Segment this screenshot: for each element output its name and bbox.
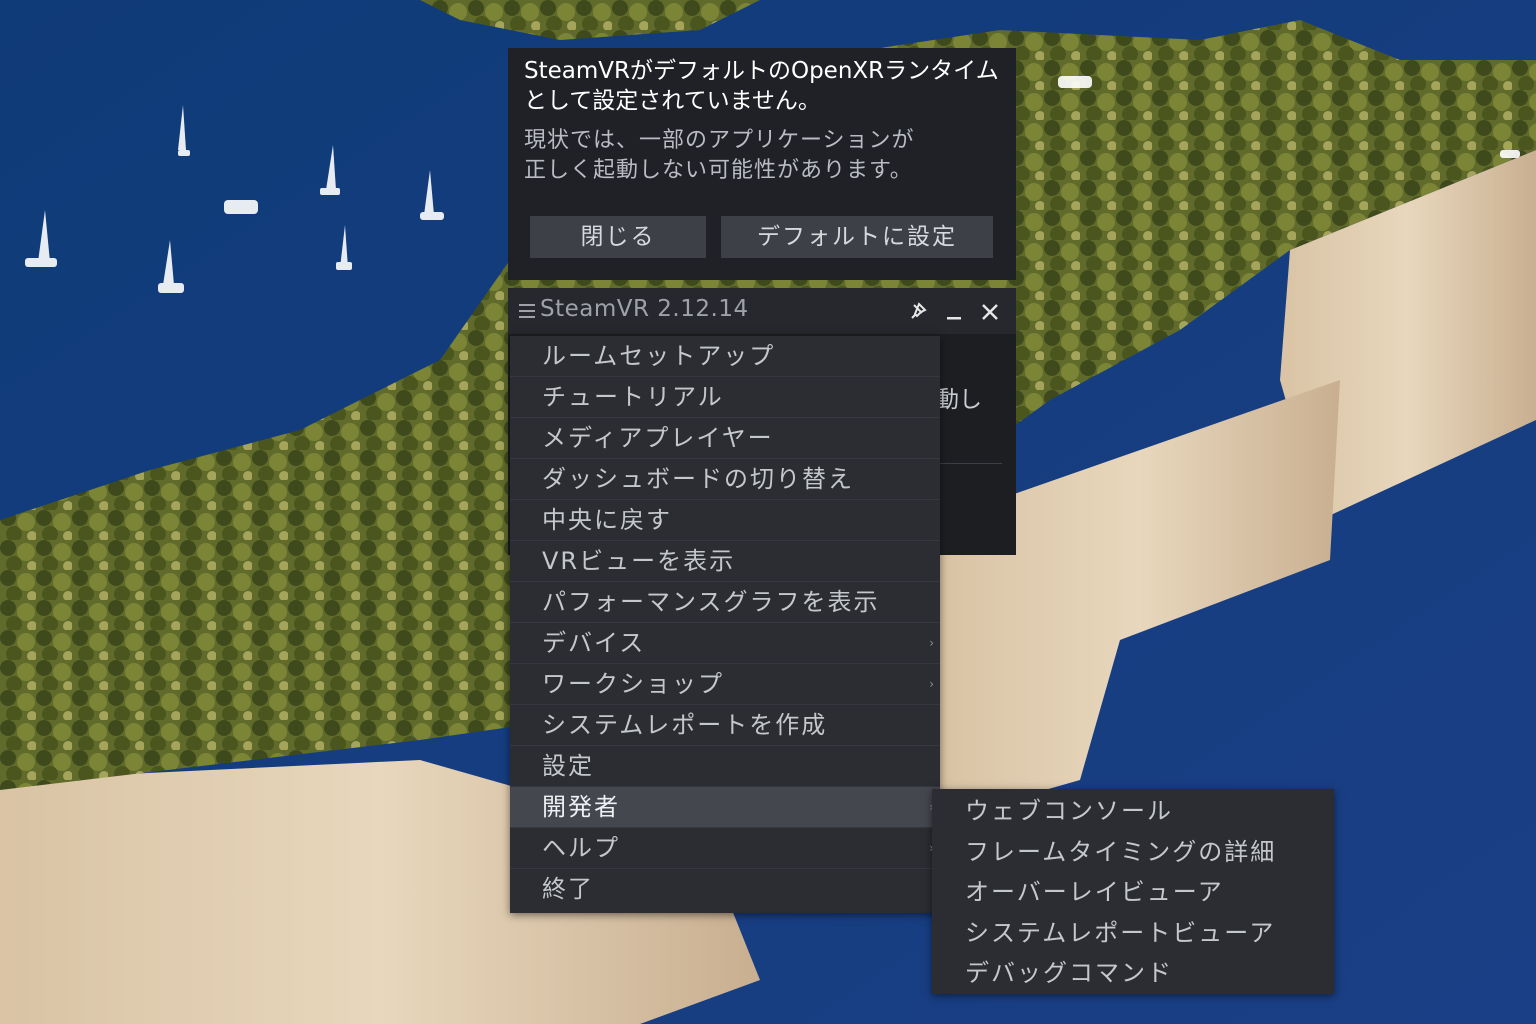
menu-item-media-player[interactable]: メディアプレイヤー bbox=[510, 418, 940, 459]
notification-body-line1: 現状では、一部のアプリケーションが bbox=[524, 128, 915, 153]
close-icon[interactable] bbox=[978, 300, 1002, 324]
menu-item-label: ヘルプ bbox=[542, 834, 620, 862]
chevron-right-icon: › bbox=[929, 636, 936, 650]
notification-headline: SteamVRがデフォルトのOpenXRランタイムとして設定されていません。 bbox=[524, 58, 999, 114]
submenu-item-web-console[interactable]: ウェブコンソール bbox=[932, 791, 1334, 832]
menu-item-toggle-dashboard[interactable]: ダッシュボードの切り替え bbox=[510, 459, 940, 500]
submenu-item-frame-timing[interactable]: フレームタイミングの詳細 bbox=[932, 832, 1334, 873]
window-body-text-fragment: 動し bbox=[936, 387, 982, 413]
menu-item-show-vr-view[interactable]: VRビューを表示 bbox=[510, 541, 940, 582]
submenu-item-system-report-viewer[interactable]: システムレポートビューア bbox=[932, 913, 1334, 954]
menu-item-workshop[interactable]: ワークショップ › bbox=[510, 664, 940, 705]
menu-item-label: ワークショップ bbox=[542, 670, 724, 698]
menu-item-label: ルームセットアップ bbox=[542, 342, 776, 370]
menu-item-help[interactable]: ヘルプ› bbox=[510, 828, 940, 869]
menu-item-label: ダッシュボードの切り替え bbox=[542, 465, 854, 493]
window-divider bbox=[940, 463, 1002, 464]
menu-item-label: 中央に戻す bbox=[542, 506, 672, 534]
menu-item-label: システムレポートを作成 bbox=[542, 711, 828, 739]
submenu-item-overlay-viewer[interactable]: オーバーレイビューア bbox=[932, 872, 1334, 913]
close-button[interactable]: 閉じる bbox=[530, 216, 706, 258]
chevron-right-icon: › bbox=[929, 677, 936, 691]
set-default-button[interactable]: デフォルトに設定 bbox=[721, 216, 993, 258]
minimize-icon[interactable] bbox=[942, 300, 966, 324]
menu-item-tutorial[interactable]: チュートリアル bbox=[510, 377, 940, 418]
menu-item-label: 開発者 bbox=[542, 793, 620, 821]
notification-body: 現状では、一部のアプリケーションが 正しく起動しない可能性があります。 bbox=[524, 126, 1002, 186]
window-titlebar[interactable]: SteamVR 2.12.14 bbox=[508, 288, 1016, 334]
menu-item-label: 設定 bbox=[542, 752, 594, 780]
pin-icon[interactable] bbox=[906, 300, 930, 324]
menu-item-label: デバイス bbox=[542, 629, 646, 657]
menu-item-label: VRビューを表示 bbox=[542, 547, 736, 575]
steamvr-main-menu: ルームセットアップ チュートリアル メディアプレイヤー ダッシュボードの切り替え… bbox=[510, 336, 940, 913]
menu-item-create-system-report[interactable]: システムレポートを作成 bbox=[510, 705, 940, 746]
notification-body-line2: 正しく起動しない可能性があります。 bbox=[524, 158, 913, 183]
menu-item-reset-center[interactable]: 中央に戻す bbox=[510, 500, 940, 541]
menu-item-label: パフォーマンスグラフを表示 bbox=[542, 588, 880, 616]
menu-item-exit[interactable]: 終了 bbox=[510, 869, 940, 909]
menu-item-developer[interactable]: 開発者› bbox=[510, 787, 940, 828]
menu-item-label: チュートリアル bbox=[542, 383, 724, 411]
menu-item-settings[interactable]: 設定 bbox=[510, 746, 940, 787]
submenu-item-debug-commands[interactable]: デバッグコマンド bbox=[932, 953, 1334, 994]
developer-submenu: ウェブコンソール フレームタイミングの詳細 オーバーレイビューア システムレポー… bbox=[932, 789, 1334, 994]
menu-item-label: 終了 bbox=[542, 875, 594, 903]
menu-item-room-setup[interactable]: ルームセットアップ bbox=[510, 336, 940, 377]
menu-item-show-performance-graph[interactable]: パフォーマンスグラフを表示 bbox=[510, 582, 940, 623]
hamburger-menu-icon[interactable] bbox=[519, 304, 535, 318]
menu-item-label: メディアプレイヤー bbox=[542, 424, 774, 452]
openxr-runtime-notification: SteamVRがデフォルトのOpenXRランタイムとして設定されていません。 現… bbox=[508, 48, 1016, 280]
menu-item-devices[interactable]: デバイス › bbox=[510, 623, 940, 664]
window-title: SteamVR 2.12.14 bbox=[540, 296, 749, 322]
